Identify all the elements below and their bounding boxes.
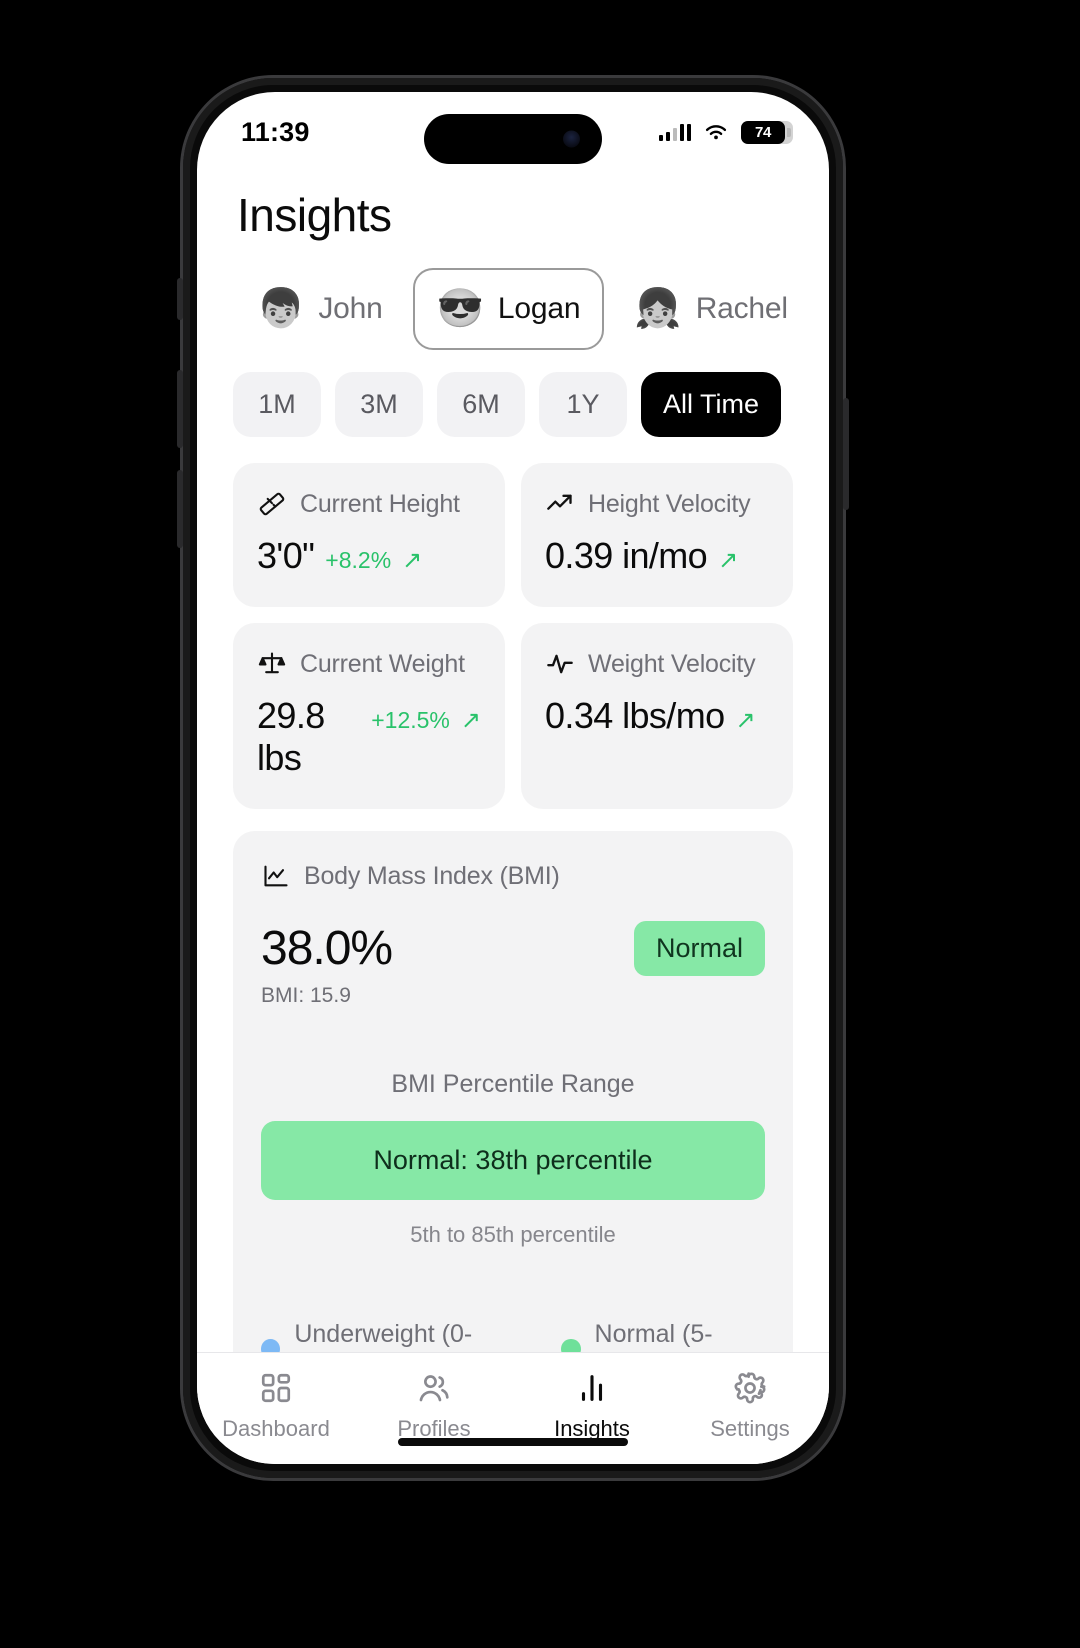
phone-frame: 11:39 74 Insights 👦 John 😎 Logan 👧 Rache… (177, 78, 849, 1478)
profile-name: John (318, 292, 383, 325)
stat-card-weight-velocity[interactable]: Weight Velocity 0.34 lbs/mo ↗ (521, 623, 793, 809)
stat-card-current-height[interactable]: Current Height 3'0" +8.2% ↗ (233, 463, 505, 607)
stat-card-current-weight[interactable]: Current Weight 29.8 lbs +12.5% ↗ (233, 623, 505, 809)
bar-chart-icon (581, 1375, 603, 1401)
legend-dot-normal-icon (561, 1339, 581, 1352)
legend-label: Underweight (0-5%) (294, 1320, 473, 1352)
stat-label: Weight Velocity (588, 649, 756, 678)
app-content: Insights 👦 John 😎 Logan 👧 Rachel 1M 3M 6… (197, 166, 829, 1464)
tab-settings[interactable]: Settings (671, 1371, 829, 1442)
mute-switch[interactable] (177, 278, 183, 320)
trend-up-arrow-icon: ↗ (460, 707, 481, 734)
front-camera-icon (563, 130, 580, 148)
bmi-main-row: 38.0% Normal (261, 921, 765, 976)
bmi-card: Body Mass Index (BMI) 38.0% Normal BMI: … (233, 831, 793, 1352)
stat-value: 0.34 lbs/mo (545, 695, 725, 736)
profile-selector: 👦 John 😎 Logan 👧 Rachel (197, 242, 829, 350)
volume-up-button[interactable] (177, 370, 183, 448)
range-chip-all-time[interactable]: All Time (641, 372, 782, 437)
range-chip-3m[interactable]: 3M (335, 372, 423, 437)
legend-item-underweight: Underweight (0-5%) (261, 1320, 509, 1352)
status-time: 11:39 (241, 116, 310, 147)
stat-label: Height Velocity (588, 489, 751, 518)
avatar: 👦 (257, 288, 305, 330)
stat-card-height-velocity[interactable]: Height Velocity 0.39 in/mo ↗ (521, 463, 793, 607)
phone-screen: 11:39 74 Insights 👦 John 😎 Logan 👧 Rache… (197, 92, 829, 1464)
dynamic-island (424, 114, 602, 164)
tab-label: Dashboard (222, 1416, 330, 1441)
bmi-percentile-value: 38.0% (261, 922, 393, 975)
stat-label: Current Height (300, 489, 460, 518)
stat-value: 3'0" (257, 535, 315, 576)
stat-delta: +12.5% (371, 707, 450, 733)
gear-icon (734, 1372, 766, 1404)
profile-name: Rachel (695, 292, 788, 325)
stat-label: Current Weight (300, 649, 465, 678)
status-bar: 11:39 74 (197, 92, 829, 166)
stat-card-grid: Current Height 3'0" +8.2% ↗ Height Veloc… (197, 437, 829, 809)
screenshot-stage: 11:39 74 Insights 👦 John 😎 Logan 👧 Rache… (0, 0, 1080, 1648)
bmi-header: Body Mass Index (BMI) (261, 861, 765, 891)
ruler-icon (257, 489, 287, 519)
range-chip-1y[interactable]: 1Y (539, 372, 627, 437)
bmi-range-caption: 5th to 85th percentile (410, 1222, 616, 1247)
trending-up-icon (545, 489, 575, 519)
power-button[interactable] (843, 398, 849, 510)
page-title: Insights (237, 189, 392, 241)
bmi-range-title: BMI Percentile Range (391, 1070, 635, 1098)
cellular-signal-icon (659, 123, 691, 141)
bmi-value-label: BMI: 15.9 (261, 984, 351, 1007)
people-icon (419, 1375, 449, 1402)
stat-delta: +8.2% (325, 547, 392, 573)
profile-item-rachel[interactable]: 👧 Rachel (610, 268, 812, 350)
range-chip-1m[interactable]: 1M (233, 372, 321, 437)
scale-icon (257, 649, 287, 679)
wifi-icon (705, 125, 727, 140)
bottom-tab-bar: Dashboard Profiles Insights Settings (197, 1352, 829, 1464)
volume-down-button[interactable] (177, 470, 183, 548)
stat-value: 0.39 in/mo (545, 535, 708, 576)
tab-dashboard[interactable]: Dashboard (197, 1371, 355, 1442)
tab-profiles[interactable]: Profiles (355, 1371, 513, 1442)
tab-label: Settings (710, 1416, 790, 1441)
battery-icon: 74 (741, 120, 793, 144)
trend-up-arrow-icon: ↗ (718, 547, 739, 574)
tab-insights[interactable]: Insights (513, 1371, 671, 1442)
status-badge: Normal (633, 921, 765, 976)
bmi-percentile-bar: Normal: 38th percentile (261, 1121, 765, 1200)
grid-icon (261, 1373, 291, 1403)
home-indicator[interactable] (398, 1438, 628, 1446)
scroll-area[interactable]: Insights 👦 John 😎 Logan 👧 Rachel 1M 3M 6… (197, 166, 829, 1352)
profile-name: Logan (497, 292, 581, 325)
profile-item-john[interactable]: 👦 John (233, 268, 407, 350)
avatar: 😎 (436, 288, 484, 330)
profile-item-logan[interactable]: 😎 Logan (412, 268, 605, 350)
legend-dot-underweight-icon (261, 1339, 281, 1352)
legend-item-normal: Normal (5-85%) (561, 1320, 765, 1352)
battery-level: 74 (754, 123, 772, 141)
legend-label: Normal (5-85%) (594, 1320, 713, 1352)
trend-up-arrow-icon: ↗ (735, 707, 756, 734)
range-chip-6m[interactable]: 6M (437, 372, 525, 437)
bmi-legend: Underweight (0-5%) Normal (5-85%) (261, 1320, 765, 1352)
line-chart-icon (261, 861, 291, 891)
stat-value: 29.8 lbs (257, 695, 325, 778)
status-indicators: 74 (659, 118, 793, 146)
bmi-title: Body Mass Index (BMI) (304, 861, 560, 890)
avatar: 👧 (634, 288, 682, 330)
activity-icon (545, 649, 575, 679)
trend-up-arrow-icon: ↗ (402, 547, 423, 574)
time-range-selector: 1M 3M 6M 1Y All Time (197, 350, 829, 437)
